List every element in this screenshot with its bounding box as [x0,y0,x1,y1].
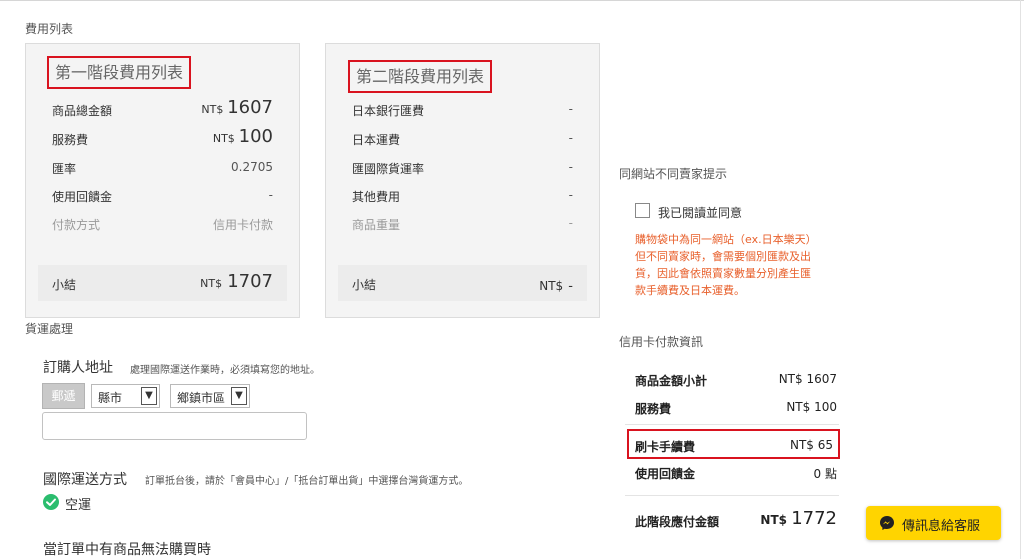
messenger-icon [880,516,894,530]
cc-row-rebate: 使用回饋金 0 點 [635,463,837,483]
row-value: NT$ 65 [789,438,833,452]
credit-card-label: 信用卡付款資訊 [619,335,704,349]
amount: 1707 [227,271,273,292]
row-value: 0.2705 [231,160,273,174]
intl-shipping-title: 國際運送方式 [43,472,127,488]
amount: 1772 [791,508,837,529]
row-label: 商品金額小計 [635,374,708,388]
cc-divider [625,424,839,425]
row-label: 匯率 [52,162,77,176]
currency: NT$ [760,513,787,527]
subtotal-value: NT$ 1707 [200,271,273,292]
agree-checkbox-label[interactable]: 我已閱讀並同意 [658,204,742,221]
address-detail-input[interactable] [42,412,307,440]
row-value: - [568,102,573,116]
address-title: 訂購人地址 [43,360,113,376]
stage1-panel: 第一階段費用列表 商品總金額 NT$ 1607 服務費 NT$ 100 匯率 0… [25,43,300,318]
county-select-value: 縣市 [98,391,123,405]
shipping-label: 貨運處理 [25,322,74,336]
subtotal-label: 小結 [52,278,77,292]
amount: - [568,279,573,294]
address-hint: 處理國際運送作業時，必須填寫您的地址。 [130,365,320,376]
row-value: - [568,131,573,145]
stage2-subtotal: 小結 NT$ - [338,265,587,301]
stage1-row-total: 商品總金額 NT$ 1607 [52,97,273,119]
subtotal-label: 小結 [352,278,377,292]
cc-row-subtotal: 商品金額小計 NT$ 1607 [635,370,837,390]
intl-shipping-hint: 訂單抵台後，請於「會員中心」/「抵台訂單出貨」中選擇台灣貨運方式。 [145,476,469,487]
currency: NT$ [201,103,224,116]
subtotal-value: NT$ - [539,275,573,294]
chat-button-label: 傳訊息給客服 [902,519,981,534]
row-label: 商品總金額 [52,104,113,118]
row-value: NT$ 1607 [201,97,273,118]
unavailable-items-title: 當訂單中有商品無法購買時 [43,542,211,558]
row-value: NT$ 100 [213,126,273,147]
row-label: 其他費用 [352,190,401,204]
stage1-row-rebate: 使用回饋金 - [52,185,273,205]
stage1-row-service: 服務費 NT$ 100 [52,126,273,148]
stage2-row-intl-rate: 匯國際貨運率 - [352,157,573,177]
total-value: NT$ 1772 [760,508,837,529]
row-value: NT$ 100 [786,400,837,414]
check-circle-icon[interactable] [43,494,59,510]
currency: NT$ [539,279,564,293]
warning-line: 款手續費及日本運費。 [635,284,745,297]
row-value: 信用卡付款 [212,218,273,232]
row-label: 匯國際貨運率 [352,162,425,176]
stage2-title: 第二階段費用列表 [348,60,493,93]
top-divider [0,0,1024,1]
stage1-subtotal: 小結 NT$ 1707 [38,265,287,301]
row-label: 日本銀行匯費 [352,104,425,118]
warning-line: 購物袋中為同一網站（ex.日本樂天） [635,233,817,246]
row-label: 使用回饋金 [635,467,696,481]
amount: 1607 [227,97,273,118]
township-select[interactable]: 鄉鎮市區 ▼ [170,384,250,408]
warning-line: 貨，因此會依照賣家數量分別產生匯 [635,267,811,280]
row-label: 付款方式 [52,218,101,232]
stage1-title: 第一階段費用列表 [47,56,192,89]
cc-row-total: 此階段應付金額 NT$ 1772 [635,508,837,532]
stage2-panel: 第二階段費用列表 日本銀行匯費 - 日本運費 - 匯國際貨運率 - 其他費用 -… [325,43,600,318]
township-select-value: 鄉鎮市區 [177,391,226,405]
row-label: 商品重量 [352,218,401,232]
stage1-row-rate: 匯率 0.2705 [52,157,273,177]
row-label: 日本運費 [352,133,401,147]
cc-row-card-fee: 刷卡手續費 NT$ 65 [635,436,837,456]
chat-with-support-button[interactable]: 傳訊息給客服 [866,506,1001,540]
seller-warning-text: 購物袋中為同一網站（ex.日本樂天） 但不同賣家時，會需要個別匯款及出 貨，因此… [635,231,845,299]
row-value: 0 點 [813,467,837,481]
amount: 100 [238,126,273,147]
row-value: - [568,216,573,230]
cc-row-service: 服務費 NT$ 100 [635,398,837,418]
row-value: - [268,188,273,202]
total-label: 此階段應付金額 [635,515,720,529]
chevron-down-icon: ▼ [141,387,157,405]
stage2-row-bank-fee: 日本銀行匯費 - [352,99,573,119]
row-value: NT$ 1607 [778,372,837,386]
seller-notice-heading: 同網站不同賣家提示 [619,167,728,181]
right-divider [1020,0,1021,559]
row-label: 刷卡手續費 [635,440,696,454]
cc-divider [625,495,839,496]
shipping-method-label[interactable]: 空運 [65,494,91,513]
row-label: 服務費 [52,133,89,147]
stage2-row-jp-shipping: 日本運費 - [352,128,573,148]
zip-button[interactable]: 郵遞 [42,383,85,409]
county-select[interactable]: 縣市 ▼ [91,384,160,408]
agree-checkbox[interactable] [635,203,650,218]
row-label: 使用回饋金 [52,190,113,204]
stage2-row-other: 其他費用 - [352,185,573,205]
row-value: - [568,160,573,174]
stage2-row-weight: 商品重量 - [352,213,573,233]
warning-line: 但不同賣家時，會需要個別匯款及出 [635,250,811,263]
fee-list-label: 費用列表 [25,22,74,36]
stage1-row-payment: 付款方式 信用卡付款 [52,213,273,233]
row-value: - [568,188,573,202]
currency: NT$ [200,277,223,290]
row-label: 服務費 [635,402,672,416]
currency: NT$ [212,132,235,145]
chevron-down-icon: ▼ [231,387,247,405]
